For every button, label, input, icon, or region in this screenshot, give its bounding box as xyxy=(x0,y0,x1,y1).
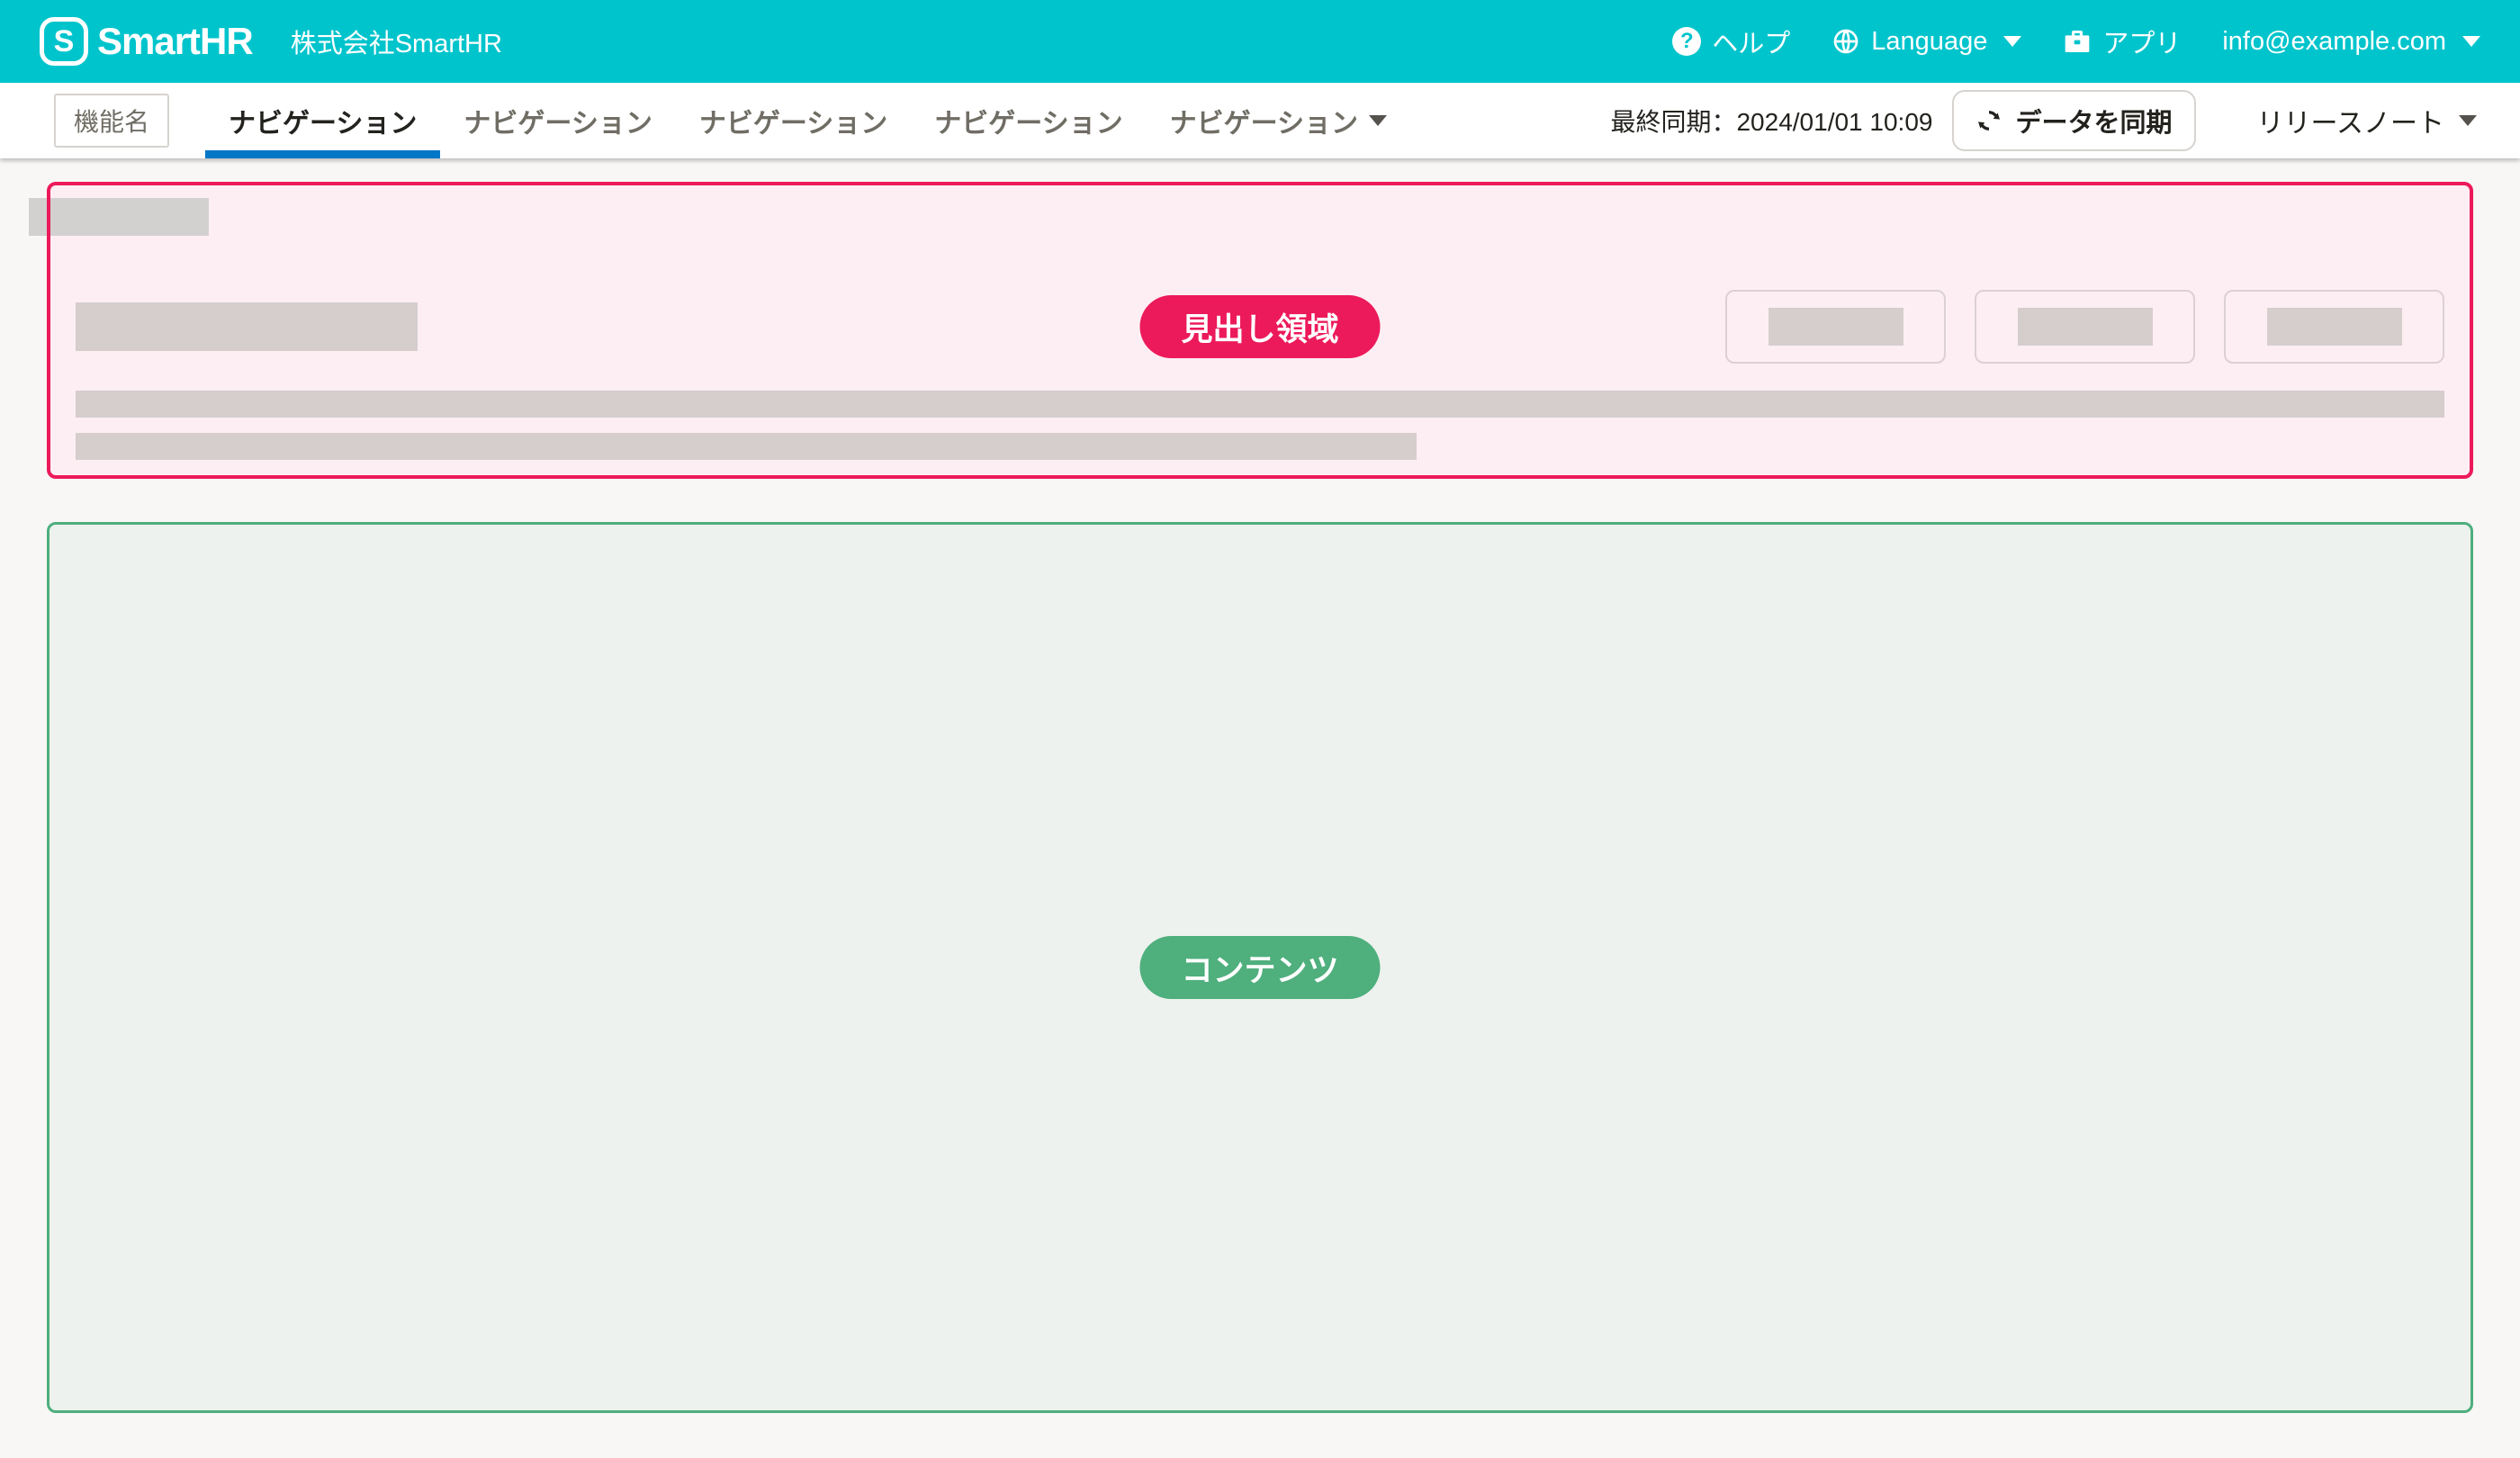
feature-name-badge: 機能名 xyxy=(54,94,169,148)
nav-tab-label: ナビゲーション xyxy=(464,101,652,140)
content-area: コンテンツ xyxy=(47,522,2473,1413)
company-name: 株式会社SmartHR xyxy=(291,22,502,60)
sync-data-label: データを同期 xyxy=(2015,102,2172,140)
heading-area: 見出し領域 xyxy=(47,182,2473,479)
apps-label: アプリ xyxy=(2102,22,2181,60)
refresh-icon xyxy=(1976,107,2002,134)
nav-tab-label: ナビゲーション xyxy=(1170,101,1358,140)
last-sync-timestamp: 最終同期：2024/01/01 10:09 xyxy=(1610,103,1932,139)
brand-name: SmartHR xyxy=(97,20,253,63)
apps-link[interactable]: アプリ xyxy=(2063,22,2181,60)
nav-tab-1[interactable]: ナビゲーション xyxy=(205,83,440,158)
description-line-placeholder-1 xyxy=(76,391,2444,418)
account-email: info@example.com xyxy=(2222,27,2446,57)
page-title-placeholder xyxy=(76,302,418,351)
nav-tabs: ナビゲーション ナビゲーション ナビゲーション ナビゲーション ナビゲーション xyxy=(205,83,1410,158)
header-actions: ? ヘルプ Language アプリ info@example xyxy=(1672,22,2480,60)
heading-row: 見出し領域 xyxy=(76,290,2444,364)
smarthr-logo-icon: S xyxy=(40,17,88,66)
nav-tab-label: ナビゲーション xyxy=(699,101,887,140)
chevron-down-icon xyxy=(1369,115,1387,126)
nav-tab-3[interactable]: ナビゲーション xyxy=(676,83,911,158)
chevron-down-icon xyxy=(2459,115,2477,126)
help-icon: ? xyxy=(1672,27,1701,56)
heading-action-buttons xyxy=(1725,290,2444,364)
globe-icon xyxy=(1832,27,1860,56)
description-line-placeholder-2 xyxy=(76,433,1417,460)
content-area-label: コンテンツ xyxy=(1139,936,1380,999)
language-label: Language xyxy=(1871,27,1987,57)
nav-right: 最終同期：2024/01/01 10:09 データを同期 リリースノート xyxy=(1610,83,2520,158)
button-label-placeholder xyxy=(2267,308,2402,346)
release-notes-label: リリースノート xyxy=(2257,101,2445,140)
account-menu[interactable]: info@example.com xyxy=(2222,27,2480,57)
action-button-placeholder-3[interactable] xyxy=(2224,290,2444,364)
button-label-placeholder xyxy=(1768,308,1904,346)
help-label: ヘルプ xyxy=(1712,22,1790,60)
nav-tab-label: ナビゲーション xyxy=(934,101,1122,140)
help-link[interactable]: ? ヘルプ xyxy=(1672,22,1790,60)
app-header: S SmartHR 株式会社SmartHR ? ヘルプ Language xyxy=(0,0,2520,83)
nav-tab-label: ナビゲーション xyxy=(229,101,417,140)
breadcrumb-placeholder xyxy=(29,198,209,236)
action-button-placeholder-2[interactable] xyxy=(1975,290,2195,364)
app-nav: 機能名 ナビゲーション ナビゲーション ナビゲーション ナビゲーション ナビゲー… xyxy=(0,83,2520,158)
sync-data-button[interactable]: データを同期 xyxy=(1952,90,2195,151)
button-label-placeholder xyxy=(2018,308,2153,346)
language-menu[interactable]: Language xyxy=(1832,27,2021,57)
nav-tab-5-dropdown[interactable]: ナビゲーション xyxy=(1147,83,1410,158)
nav-tab-4[interactable]: ナビゲーション xyxy=(911,83,1146,158)
chevron-down-icon xyxy=(2462,36,2480,47)
chevron-down-icon xyxy=(2003,36,2021,47)
nav-tab-2[interactable]: ナビゲーション xyxy=(440,83,675,158)
heading-area-label: 見出し領域 xyxy=(1139,295,1380,358)
main: 見出し領域 コンテンツ xyxy=(0,158,2520,1413)
release-notes-menu[interactable]: リリースノート xyxy=(2225,101,2520,140)
smarthr-logo[interactable]: S SmartHR xyxy=(40,17,253,66)
action-button-placeholder-1[interactable] xyxy=(1725,290,1946,364)
briefcase-icon xyxy=(2063,27,2092,56)
